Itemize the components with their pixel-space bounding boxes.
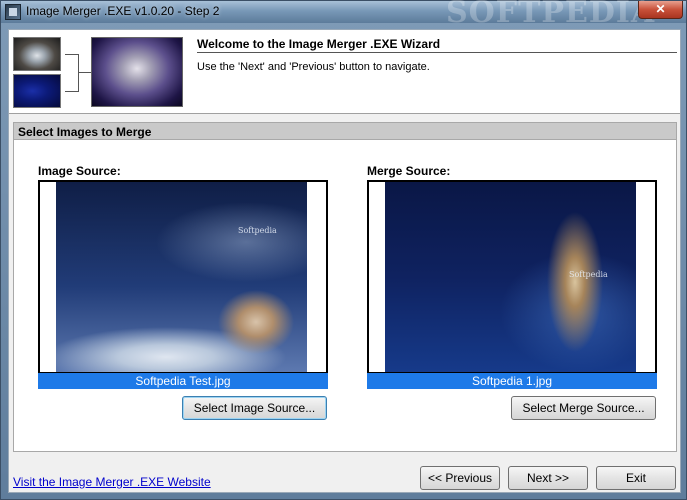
wizard-header: Welcome to the Image Merger .EXE Wizard … [9, 30, 680, 114]
title-bar[interactable]: Image Merger .EXE v1.0.20 - Step 2 SOFTP… [1, 0, 686, 30]
image-source-filename: Softpedia Test.jpg [38, 373, 328, 389]
previous-button[interactable]: << Previous [420, 466, 500, 490]
select-images-panel: Select Images to Merge Image Source: Sof… [13, 122, 677, 452]
next-button[interactable]: Next >> [508, 466, 588, 490]
merged-result-image [91, 37, 183, 107]
merge-source-picture-text: Softpedia [569, 270, 608, 279]
wizard-title: Welcome to the Image Merger .EXE Wizard [197, 37, 441, 51]
merge-source-filename: Softpedia 1.jpg [367, 373, 657, 389]
website-link[interactable]: Visit the Image Merger .EXE Website [13, 475, 211, 489]
image-source-label: Image Source: [38, 164, 121, 178]
image-source-preview[interactable]: Softpedia [38, 180, 328, 374]
header-divider [197, 52, 677, 53]
image-source-picture-text: Softpedia [238, 226, 277, 235]
exit-button[interactable]: Exit [596, 466, 676, 490]
merge-connector-stub [79, 72, 91, 73]
merge-connector-line [65, 54, 79, 92]
panel-header: Select Images to Merge [14, 123, 676, 140]
wizard-client-area: Welcome to the Image Merger .EXE Wizard … [8, 29, 681, 493]
image-source-picture: Softpedia [56, 182, 307, 372]
merge-source-preview[interactable]: Softpedia [367, 180, 657, 374]
merge-source-picture: Softpedia [385, 182, 636, 372]
close-icon: ✕ [655, 2, 666, 16]
close-button[interactable]: ✕ [638, 1, 683, 19]
select-merge-source-button[interactable]: Select Merge Source... [511, 396, 656, 420]
merge-source-label: Merge Source: [367, 164, 451, 178]
window-title: Image Merger .EXE v1.0.20 - Step 2 [26, 4, 220, 18]
wolf-thumbnail-image [13, 37, 61, 71]
app-window: Image Merger .EXE v1.0.20 - Step 2 SOFTP… [0, 0, 687, 500]
app-icon [5, 4, 21, 20]
watermark: SOFTPEDIA [446, 0, 656, 30]
panel-title: Select Images to Merge [18, 125, 152, 139]
select-image-source-button[interactable]: Select Image Source... [182, 396, 327, 420]
wizard-description: Use the 'Next' and 'Previous' button to … [197, 61, 430, 73]
blue-thumbnail-image [13, 74, 61, 108]
